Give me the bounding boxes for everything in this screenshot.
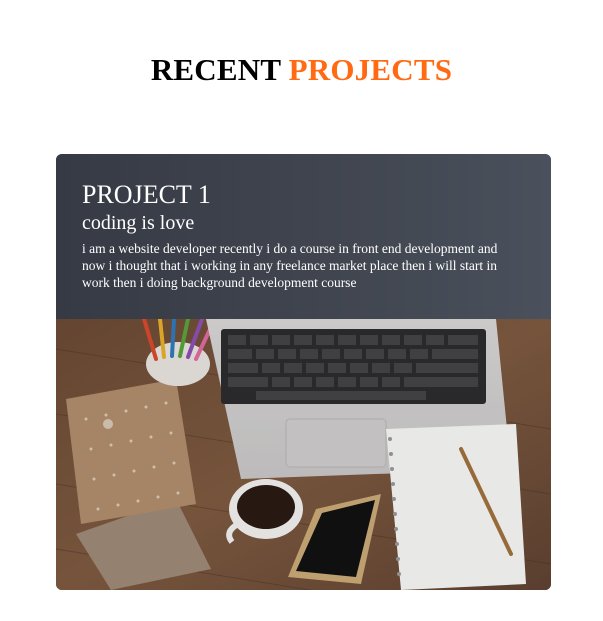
project-title: PROJECT 1: [82, 180, 211, 209]
project-description: i am a website developer recently i do a…: [82, 241, 498, 290]
project-subtitle: coding is love: [82, 212, 195, 234]
project-image: [56, 319, 551, 590]
project-card-header: PROJECT 1 coding is love i am a website …: [56, 154, 551, 319]
section-title-word-recent: RECENT: [150, 52, 281, 87]
section-title-word-projects: PROJECTS: [288, 52, 453, 87]
section-title: RECENT PROJECTS: [0, 52, 603, 88]
project-card[interactable]: PROJECT 1 coding is love i am a website …: [56, 154, 551, 590]
